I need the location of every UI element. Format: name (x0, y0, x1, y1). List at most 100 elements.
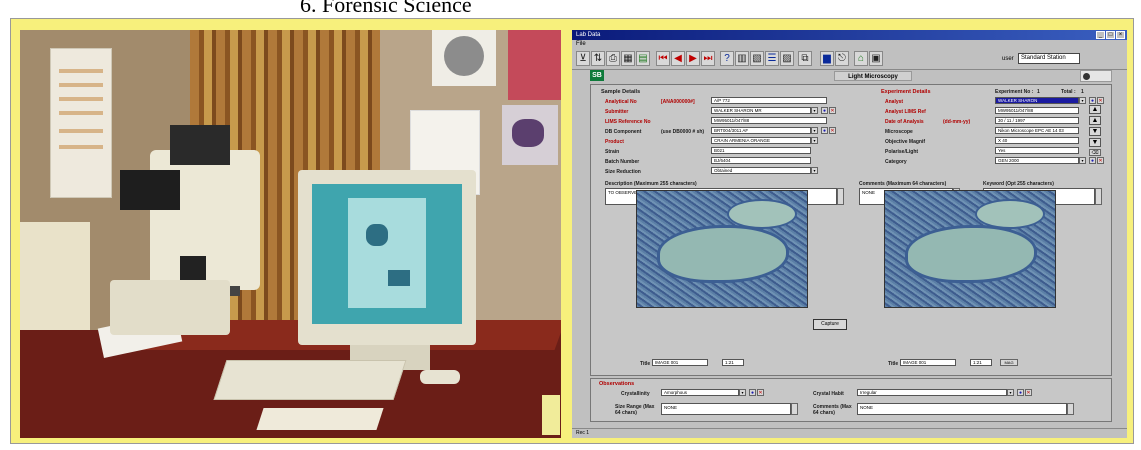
help-icon[interactable]: ? (720, 51, 734, 66)
capture-button[interactable]: Capture (813, 319, 847, 330)
category-edit-icon[interactable]: ✕ (1097, 157, 1104, 164)
close-button[interactable]: × (1116, 31, 1125, 39)
last-record-icon[interactable]: ⏭ (701, 51, 715, 66)
user-field[interactable]: Standard Station (1018, 53, 1080, 64)
analyst-label: Analyst (885, 99, 904, 105)
category-dropdown[interactable]: ▾ (1079, 157, 1086, 164)
strain-label: Strain (605, 149, 620, 155)
analyst-lims-ref-label: Analyst LIMS Ref (885, 109, 926, 115)
crystal-habit-field[interactable]: Irregular (857, 389, 1007, 396)
chart-icon[interactable]: ▨ (780, 51, 794, 66)
delete-icon[interactable]: ⌫ (1089, 149, 1101, 156)
minimize-button[interactable]: _ (1096, 31, 1105, 39)
microscope-field[interactable]: Nikon Microscope EPC AE 14 03 (995, 127, 1079, 134)
product-dropdown[interactable]: ▾ (811, 137, 818, 144)
menu-file[interactable]: File (576, 41, 586, 47)
list-icon[interactable]: ☰ (765, 51, 779, 66)
report-icon[interactable]: ▧ (750, 51, 764, 66)
image-icon[interactable]: ▣ (869, 51, 883, 66)
printer (20, 222, 90, 342)
lims-ref-field[interactable]: MW95011/047/88 (711, 117, 827, 124)
submitter-edit-icon[interactable]: ✕ (829, 107, 836, 114)
experiment-details-heading: Experiment Details (881, 89, 931, 95)
keyword-scrollbar[interactable] (1095, 188, 1102, 205)
category-field[interactable]: GEN 2000 (995, 157, 1079, 164)
crystallinity-add-icon[interactable]: ● (749, 389, 756, 396)
batch-number-label: Batch Number (605, 159, 640, 165)
app-logo: SB (590, 70, 604, 81)
analyst-dropdown[interactable]: ▾ (1079, 97, 1086, 104)
crystal-habit-add-icon[interactable]: ● (1017, 389, 1024, 396)
copy-icon[interactable]: ⧉ (798, 51, 812, 66)
left-title-field[interactable]: IMAGE 001 (652, 359, 708, 366)
analyst-edit-icon[interactable]: ✕ (1097, 97, 1104, 104)
crystal-habit-edit-icon[interactable]: ✕ (1025, 389, 1032, 396)
strain-field[interactable]: B021 (711, 147, 811, 154)
crystallinity-dropdown[interactable]: ▾ (739, 389, 746, 396)
date-of-analysis-field[interactable]: 30 / 11 / 1997 (995, 117, 1079, 124)
form-icon[interactable]: ▥ (735, 51, 749, 66)
tissue-poster-red (508, 30, 561, 100)
obs-comments-field[interactable]: NONE (857, 403, 1067, 415)
crystallinity-edit-icon[interactable]: ✕ (757, 389, 764, 396)
left-scale-field[interactable]: 1:21 (722, 359, 744, 366)
observations-panel: Observations Crystallinity Amorphous ▾ ●… (590, 378, 1112, 422)
tissue-poster-purple (502, 105, 558, 165)
analytical-no-field[interactable]: A/P 772 (711, 97, 827, 104)
wall-logo-poster (432, 30, 496, 86)
microscope-base (110, 280, 230, 335)
right-title-field[interactable]: IMAGE 001 (900, 359, 956, 366)
crystal-habit-dropdown[interactable]: ▾ (1007, 389, 1014, 396)
next-record-icon[interactable]: ▶ (686, 51, 700, 66)
product-field[interactable]: CRAIN ARMENIA ORANGE (711, 137, 811, 144)
right-title-label: Title (888, 361, 899, 367)
crystallinity-field[interactable]: Amorphous (661, 389, 739, 396)
page-title: Light Microscopy (834, 71, 912, 81)
description-scrollbar[interactable] (837, 188, 844, 205)
page-heading: 6. Forensic Science (300, 0, 472, 17)
lab-workstation-photo (20, 30, 561, 438)
size-reduction-dropdown[interactable]: ▾ (811, 167, 818, 174)
submitter-dropdown[interactable]: ▾ (811, 107, 818, 114)
filter-icon[interactable]: ⊻ (576, 51, 590, 66)
crystal-habit-label: Crystal Habit (813, 391, 844, 397)
mag-button[interactable]: MAG (1000, 359, 1018, 366)
scroll-down-icon[interactable]: ▼ (1089, 138, 1101, 147)
polarise-light-label: Polarise/Light (885, 149, 919, 155)
size-reduction-field[interactable]: Obtained (711, 167, 811, 174)
first-record-icon[interactable]: ⏮ (656, 51, 670, 66)
size-range-scrollbar[interactable] (791, 403, 798, 415)
db-component-prefix: (use DB0000 # sh) (661, 129, 705, 135)
analyst-lims-ref-field[interactable]: MW95011/047/88 (995, 107, 1079, 114)
db-component-edit-icon[interactable]: ✕ (829, 127, 836, 134)
submitter-field[interactable]: WALKER SHARON MR (711, 107, 811, 114)
move-down-icon[interactable]: ▼ (1089, 127, 1101, 136)
submitter-add-icon[interactable]: ● (821, 107, 828, 114)
save-icon[interactable]: ▆ (820, 51, 834, 66)
objective-magnif-field[interactable]: X 40 (995, 137, 1079, 144)
observations-heading: Observations (599, 381, 635, 387)
db-component-add-icon[interactable]: ● (821, 127, 828, 134)
sort-icon[interactable]: ⇅ (591, 51, 605, 66)
scroll-up-icon[interactable]: ▲ (1089, 105, 1101, 114)
grid-icon[interactable]: ▦ (621, 51, 635, 66)
prev-record-icon[interactable]: ◀ (671, 51, 685, 66)
polarise-light-field[interactable]: Yes (995, 147, 1079, 154)
db-component-dropdown[interactable]: ▾ (811, 127, 818, 134)
analyst-field[interactable]: WALKER SHARON (995, 97, 1079, 104)
batch-number-field[interactable]: BJ/6404 (711, 157, 811, 164)
obs-comments-scrollbar[interactable] (1067, 403, 1074, 415)
move-up-icon[interactable]: ▲ (1089, 116, 1101, 125)
table-icon[interactable]: ▤ (636, 51, 650, 66)
db-component-field[interactable]: BRT004/3011 AF (711, 127, 811, 134)
maximize-button[interactable]: □ (1106, 31, 1115, 39)
microscope-camera (120, 170, 180, 210)
size-range-field[interactable]: NONE (661, 403, 791, 415)
category-add-icon[interactable]: ● (1089, 157, 1096, 164)
right-scale-field[interactable]: 1:21 (970, 359, 992, 366)
analyst-add-icon[interactable]: ● (1089, 97, 1096, 104)
network-icon[interactable]: ⌂ (854, 51, 868, 66)
exit-icon[interactable]: ⎋ (835, 51, 849, 66)
print-icon[interactable]: ⎙ (606, 51, 620, 66)
window-titlebar: Lab Data _ □ × (572, 30, 1127, 40)
